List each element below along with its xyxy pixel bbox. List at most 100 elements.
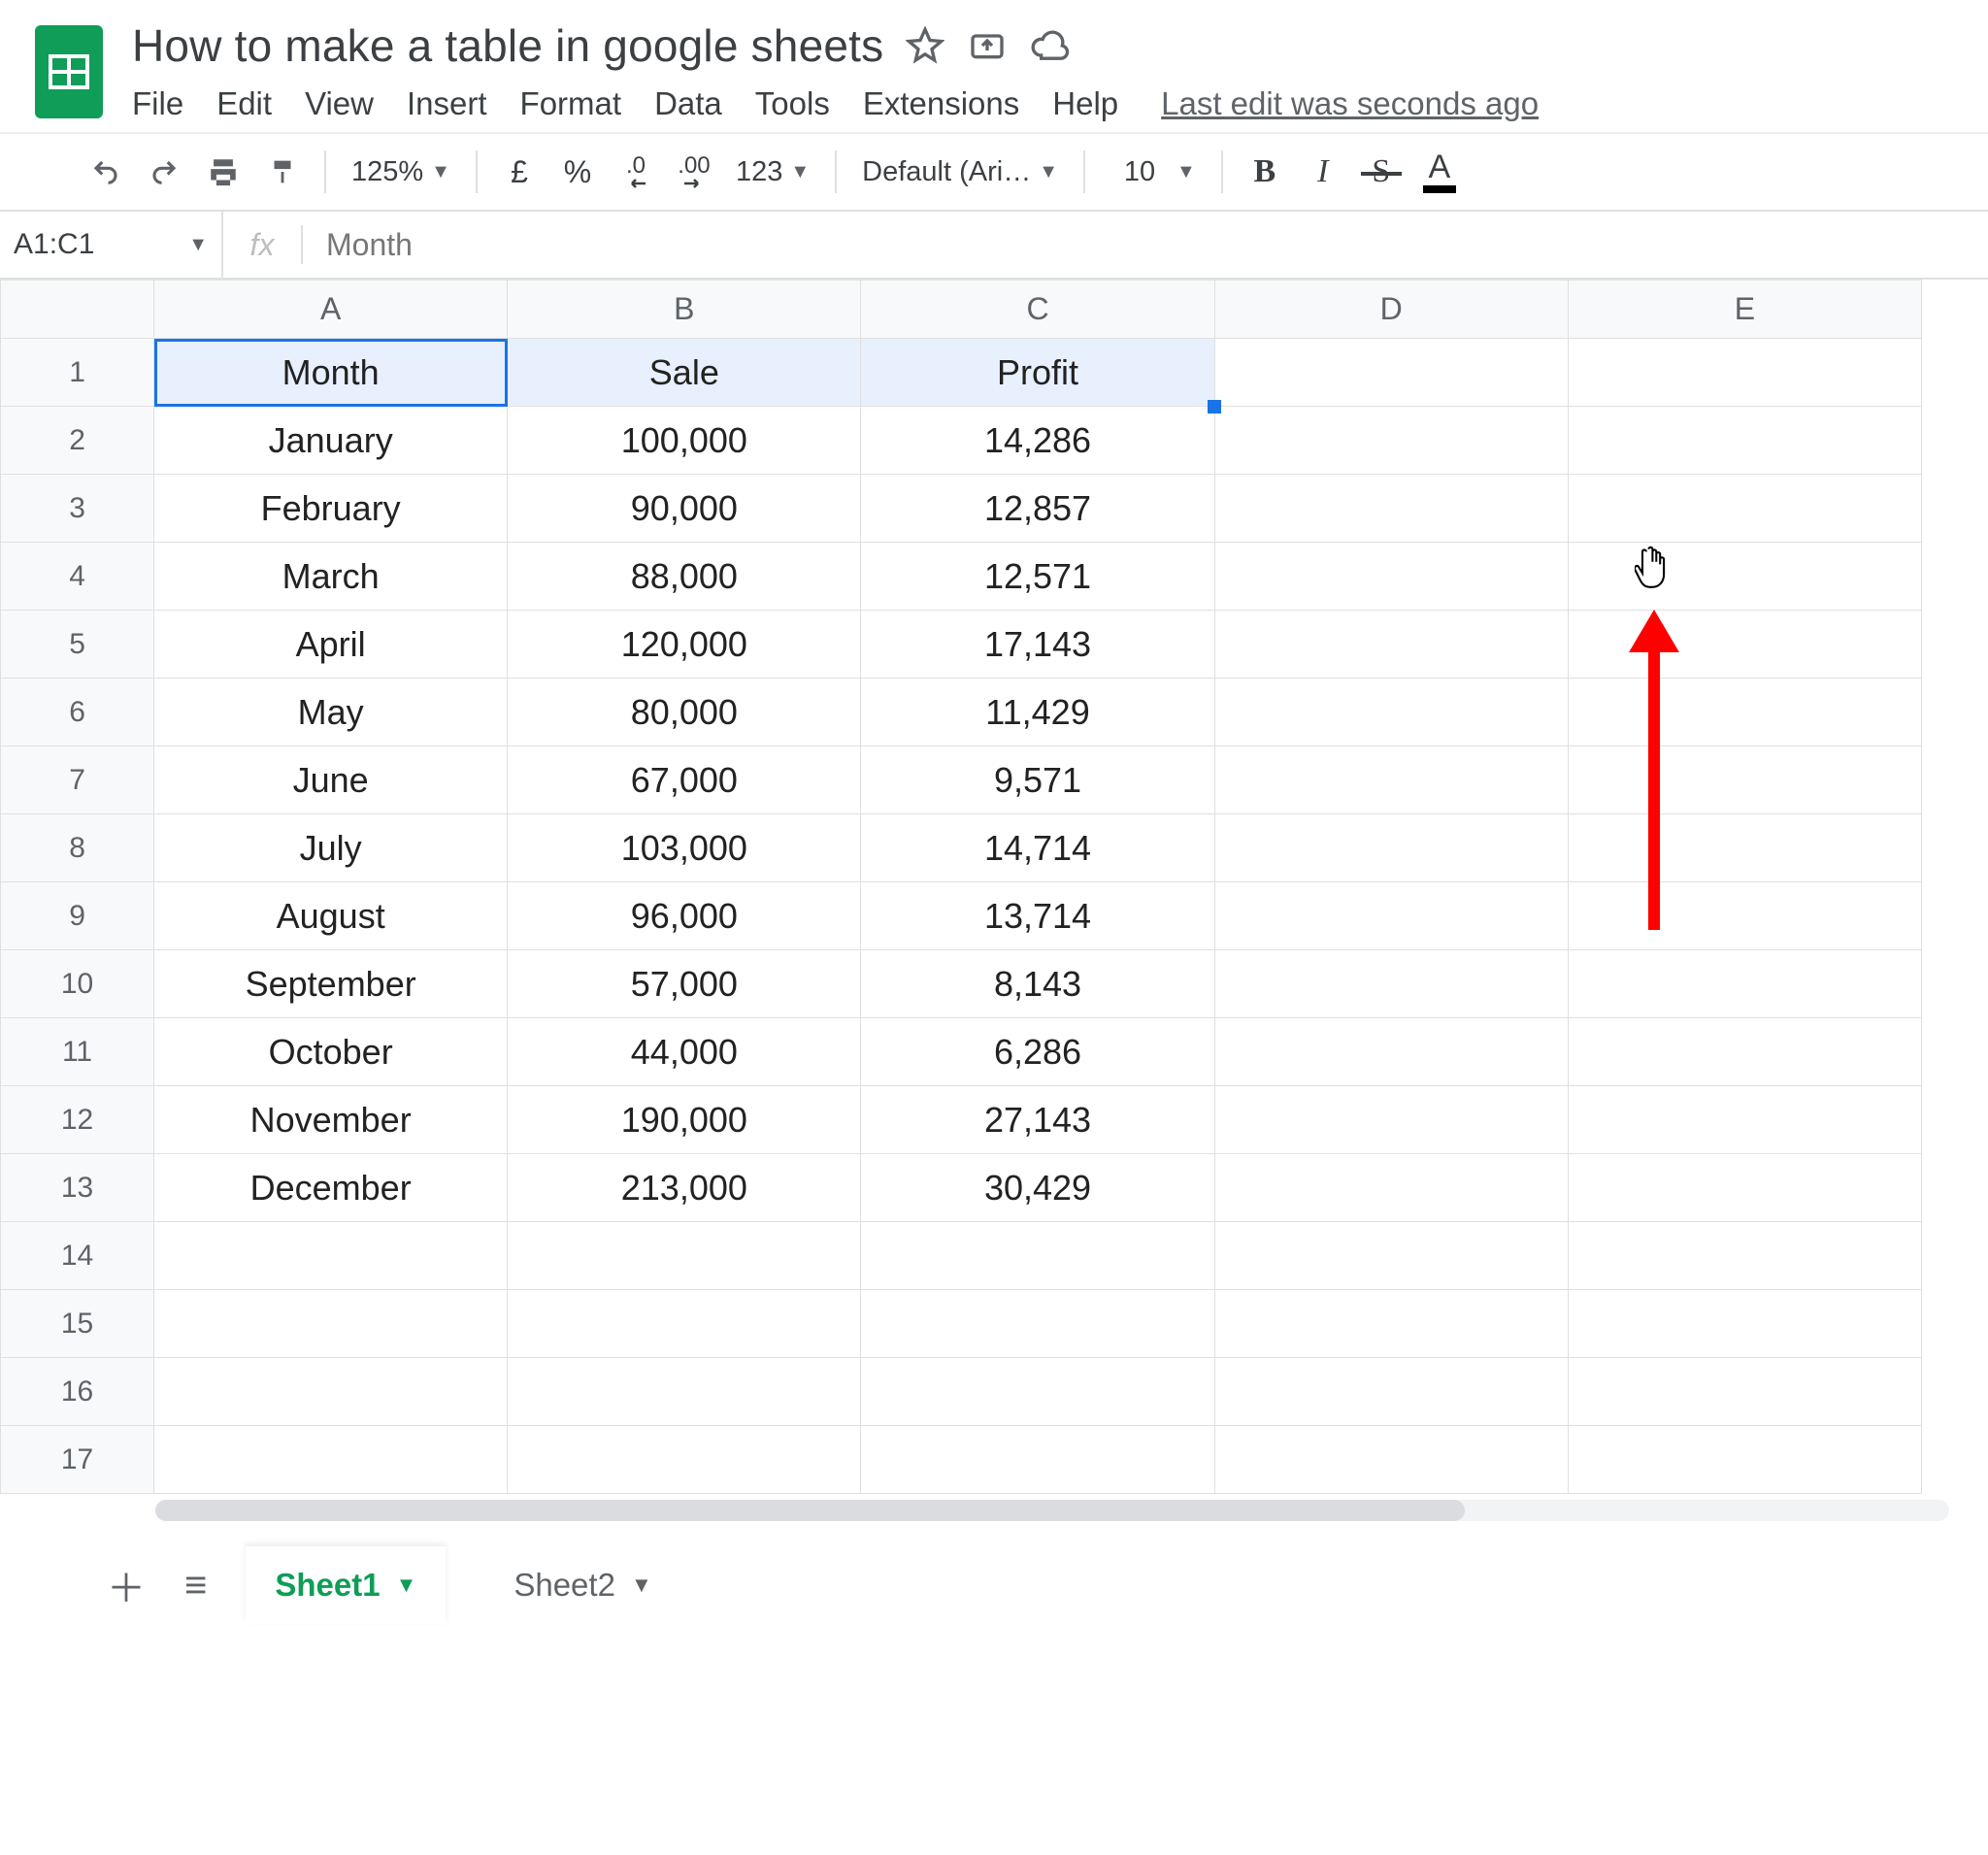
chevron-down-icon[interactable]: ▼ bbox=[631, 1573, 652, 1598]
cell[interactable]: 12,571 bbox=[861, 543, 1214, 611]
text-color-button[interactable]: A bbox=[1423, 150, 1456, 193]
cell[interactable]: August bbox=[154, 882, 508, 950]
cell[interactable]: 96,000 bbox=[508, 882, 861, 950]
cell[interactable]: November bbox=[154, 1086, 508, 1154]
cell[interactable]: 14,714 bbox=[861, 814, 1214, 882]
sheet-tab-active[interactable]: Sheet1 ▼ bbox=[246, 1546, 446, 1624]
cell[interactable] bbox=[508, 1426, 861, 1494]
cell[interactable]: July bbox=[154, 814, 508, 882]
cell[interactable]: Sale bbox=[508, 339, 861, 407]
row-header[interactable]: 1 bbox=[1, 339, 154, 407]
row-header[interactable]: 10 bbox=[1, 950, 154, 1018]
cell[interactable]: 67,000 bbox=[508, 746, 861, 814]
cell[interactable]: 103,000 bbox=[508, 814, 861, 882]
cell[interactable] bbox=[1214, 339, 1568, 407]
cell[interactable] bbox=[1214, 1222, 1568, 1290]
row-header[interactable]: 11 bbox=[1, 1018, 154, 1086]
row-header[interactable]: 12 bbox=[1, 1086, 154, 1154]
cell[interactable]: 90,000 bbox=[508, 475, 861, 543]
cell[interactable]: 27,143 bbox=[861, 1086, 1214, 1154]
increase-decimal-button[interactable]: .00 bbox=[678, 150, 711, 193]
redo-icon[interactable] bbox=[148, 150, 181, 193]
horizontal-scrollbar[interactable] bbox=[155, 1500, 1949, 1521]
column-header[interactable]: B bbox=[508, 281, 861, 339]
cell[interactable] bbox=[1214, 950, 1568, 1018]
name-box[interactable]: A1:C1 ▼ bbox=[0, 212, 223, 278]
last-edit-link[interactable]: Last edit was seconds ago bbox=[1161, 85, 1539, 122]
row-header[interactable]: 13 bbox=[1, 1154, 154, 1222]
cell[interactable] bbox=[1568, 339, 1921, 407]
cell[interactable] bbox=[1214, 1018, 1568, 1086]
cell[interactable] bbox=[1214, 1358, 1568, 1426]
cell[interactable]: 8,143 bbox=[861, 950, 1214, 1018]
font-size-dropdown[interactable]: 10▼ bbox=[1110, 156, 1196, 188]
cell[interactable]: May bbox=[154, 679, 508, 746]
row-header[interactable]: 5 bbox=[1, 611, 154, 679]
cell[interactable]: 44,000 bbox=[508, 1018, 861, 1086]
row-header[interactable]: 15 bbox=[1, 1290, 154, 1358]
move-to-drive-icon[interactable] bbox=[967, 25, 1008, 66]
cell[interactable] bbox=[1568, 1426, 1921, 1494]
cell[interactable]: 190,000 bbox=[508, 1086, 861, 1154]
cell[interactable]: 12,857 bbox=[861, 475, 1214, 543]
cell[interactable] bbox=[1568, 679, 1921, 746]
format-percent-button[interactable]: % bbox=[561, 150, 594, 193]
menu-insert[interactable]: Insert bbox=[407, 85, 487, 122]
cell[interactable] bbox=[1214, 1426, 1568, 1494]
menu-format[interactable]: Format bbox=[520, 85, 622, 122]
row-header[interactable]: 14 bbox=[1, 1222, 154, 1290]
bold-button[interactable]: B bbox=[1248, 150, 1281, 193]
cell[interactable] bbox=[861, 1222, 1214, 1290]
cell[interactable] bbox=[1568, 1154, 1921, 1222]
sheet-tab[interactable]: Sheet2 ▼ bbox=[484, 1546, 680, 1624]
cell[interactable]: 213,000 bbox=[508, 1154, 861, 1222]
row-header[interactable]: 17 bbox=[1, 1426, 154, 1494]
cell[interactable] bbox=[508, 1290, 861, 1358]
column-header[interactable]: C bbox=[861, 281, 1214, 339]
cell[interactable] bbox=[1214, 407, 1568, 475]
cell[interactable]: 13,714 bbox=[861, 882, 1214, 950]
cell[interactable] bbox=[861, 1358, 1214, 1426]
cell[interactable]: 30,429 bbox=[861, 1154, 1214, 1222]
cell[interactable] bbox=[1568, 543, 1921, 611]
cell[interactable] bbox=[1214, 1290, 1568, 1358]
cell[interactable] bbox=[1568, 611, 1921, 679]
cell[interactable] bbox=[154, 1290, 508, 1358]
row-header[interactable]: 8 bbox=[1, 814, 154, 882]
star-icon[interactable] bbox=[905, 25, 945, 66]
column-header[interactable]: E bbox=[1568, 281, 1921, 339]
cell[interactable]: 17,143 bbox=[861, 611, 1214, 679]
print-icon[interactable] bbox=[206, 150, 241, 193]
cell[interactable] bbox=[1214, 1086, 1568, 1154]
cell[interactable]: October bbox=[154, 1018, 508, 1086]
paint-format-icon[interactable] bbox=[266, 150, 299, 193]
cell[interactable] bbox=[1568, 1290, 1921, 1358]
column-header[interactable]: D bbox=[1214, 281, 1568, 339]
cell[interactable] bbox=[1568, 950, 1921, 1018]
cell[interactable] bbox=[1214, 611, 1568, 679]
cell[interactable]: February bbox=[154, 475, 508, 543]
cell[interactable] bbox=[1214, 543, 1568, 611]
sheets-logo-icon[interactable] bbox=[35, 25, 103, 118]
row-header[interactable]: 16 bbox=[1, 1358, 154, 1426]
font-family-dropdown[interactable]: Default (Ari…▼ bbox=[862, 156, 1058, 188]
cloud-status-icon[interactable] bbox=[1029, 25, 1070, 66]
cell[interactable] bbox=[1214, 882, 1568, 950]
menu-edit[interactable]: Edit bbox=[216, 85, 272, 122]
cell[interactable]: 80,000 bbox=[508, 679, 861, 746]
cell[interactable] bbox=[1214, 679, 1568, 746]
cell[interactable]: 100,000 bbox=[508, 407, 861, 475]
menu-view[interactable]: View bbox=[305, 85, 374, 122]
cell[interactable]: Month bbox=[154, 339, 508, 407]
all-sheets-button[interactable]: ≡ bbox=[184, 1564, 207, 1607]
cell[interactable]: December bbox=[154, 1154, 508, 1222]
cell[interactable] bbox=[1568, 882, 1921, 950]
row-header[interactable]: 6 bbox=[1, 679, 154, 746]
menu-file[interactable]: File bbox=[132, 85, 183, 122]
cell[interactable]: September bbox=[154, 950, 508, 1018]
select-all-corner[interactable] bbox=[1, 281, 154, 339]
menu-tools[interactable]: Tools bbox=[755, 85, 830, 122]
row-header[interactable]: 4 bbox=[1, 543, 154, 611]
row-header[interactable]: 2 bbox=[1, 407, 154, 475]
cell[interactable]: Profit bbox=[861, 339, 1214, 407]
